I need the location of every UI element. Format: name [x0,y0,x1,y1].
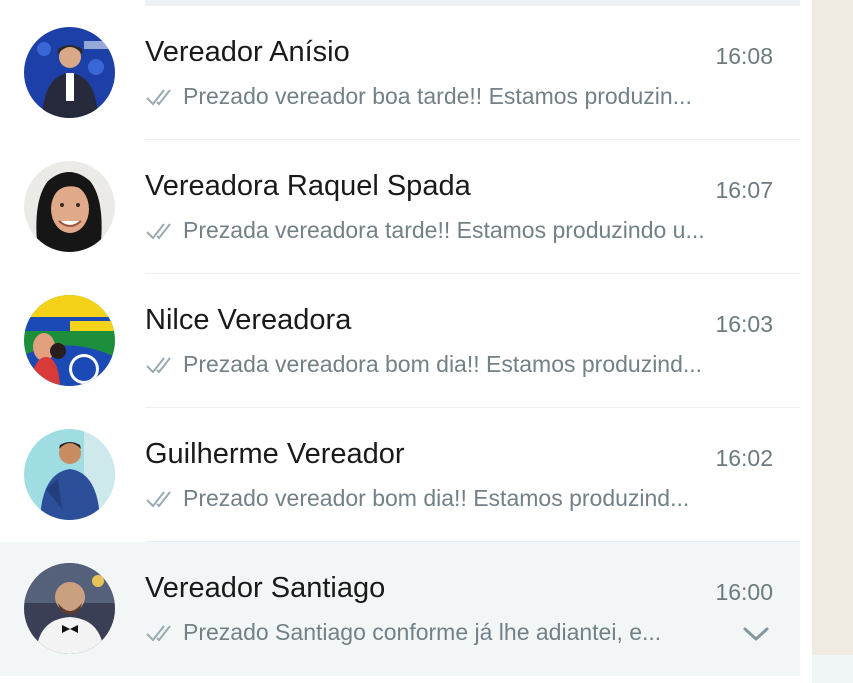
chat-preview: Prezado vereador bom dia!! Estamos produ… [145,485,689,512]
chat-preview: Prezado Santiago conforme já lhe adiante… [145,619,661,646]
chat-time: 16:02 [715,445,773,471]
chat-preview: Prezada vereadora bom dia!! Estamos prod… [145,351,702,378]
chat-row-vereadora-raquel-spada[interactable]: Vereadora Raquel Spada 16:07 Prezada ver… [0,140,800,274]
chat-name: Guilherme Vereador [145,438,405,470]
chat-row-nilce-vereadora[interactable]: Nilce Vereadora 16:03 Prezada vereadora … [0,274,800,408]
double-check-icon [146,88,171,106]
chat-row-vereador-anisio[interactable]: Vereador Anísio 16:08 Prezado vereador b… [0,6,800,140]
chat-preview-text: Prezado Santiago conforme já lhe adiante… [183,619,662,645]
chat-preview: Prezado vereador boa tarde!! Estamos pro… [145,83,692,110]
chat-preview: Prezada vereadora tarde!! Estamos produz… [145,217,705,244]
chat-time: 16:08 [715,43,773,69]
chat-row-guilherme-vereador[interactable]: Guilherme Vereador 16:02 Prezado vereado… [0,408,800,542]
chat-preview-text: Prezada vereadora tarde!! Estamos produz… [183,217,705,243]
avatar[interactable] [24,429,115,520]
chat-time: 16:00 [715,579,773,605]
double-check-icon [146,624,171,642]
avatar[interactable] [24,161,115,252]
chevron-down-icon[interactable] [742,624,770,644]
chat-name: Vereador Anísio [145,36,350,68]
chat-wallpaper [812,0,853,655]
chat-preview-text: Prezado vereador bom dia!! Estamos produ… [183,485,690,511]
chat-list: Vereador Anísio 16:08 Prezado vereador b… [0,0,800,683]
avatar[interactable] [24,27,115,118]
chat-preview-text: Prezada vereadora bom dia!! Estamos prod… [183,351,703,377]
chat-preview-text: Prezado vereador boa tarde!! Estamos pro… [183,83,692,109]
chat-time: 16:07 [715,177,773,203]
avatar[interactable] [24,563,115,654]
avatar[interactable] [24,295,115,386]
chat-name: Nilce Vereadora [145,304,352,336]
double-check-icon [146,490,171,508]
wallpaper-footer [812,655,853,683]
chat-time: 16:03 [715,311,773,337]
chat-name: Vereadora Raquel Spada [145,170,471,202]
chat-name: Vereador Santiago [145,572,386,604]
double-check-icon [146,222,171,240]
chat-row-vereador-santiago[interactable]: Vereador Santiago 16:00 Prezado Santiago… [0,542,800,676]
double-check-icon [146,356,171,374]
